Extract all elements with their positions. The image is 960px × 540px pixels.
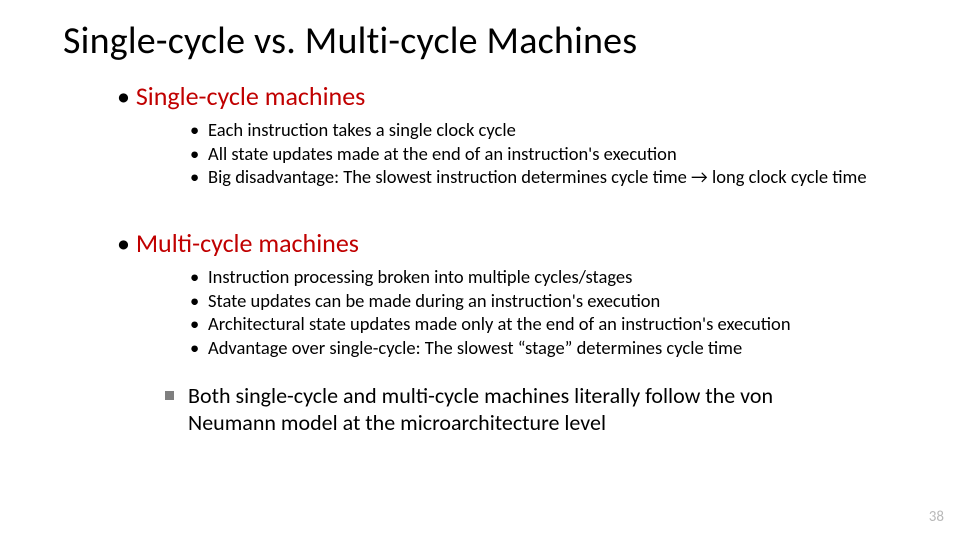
conclusion-text: Both single-cycle and multi-cycle machin… — [188, 382, 828, 437]
section-heading-single: Single-cycle machines — [135, 80, 905, 112]
bullet-icon: • — [190, 289, 208, 313]
bullet-text: Architectural state updates made only at… — [208, 312, 905, 336]
bullet: • Each instruction takes a single clock … — [190, 118, 905, 142]
bullet: • Architectural state updates made only … — [190, 312, 905, 336]
bullet: • Big disadvantage: The slowest instruct… — [190, 165, 905, 189]
square-bullet-icon — [165, 391, 174, 400]
bullet: • All state updates made at the end of a… — [190, 142, 905, 166]
multi-bullets: • Instruction processing broken into mul… — [190, 265, 905, 360]
bullet: • Advantage over single-cycle: The slowe… — [190, 336, 905, 360]
bullet-text: Advantage over single-cycle: The slowest… — [208, 336, 905, 360]
bullet-icon: • — [190, 118, 208, 142]
bullet: • Instruction processing broken into mul… — [190, 265, 905, 289]
bullet-text: All state updates made at the end of an … — [208, 142, 905, 166]
conclusion-row: Both single-cycle and multi-cycle machin… — [165, 382, 905, 437]
bullet-text: Each instruction takes a single clock cy… — [208, 118, 905, 142]
bullet-icon: • — [190, 165, 208, 189]
bullet-icon: • — [190, 336, 208, 360]
bullet-text: Instruction processing broken into multi… — [208, 265, 905, 289]
slide-body: Single-cycle machines • Each instruction… — [135, 70, 905, 437]
bullet-text: Big disadvantage: The slowest instructio… — [208, 165, 905, 189]
page-number: 38 — [929, 508, 944, 526]
bullet-icon: • — [190, 265, 208, 289]
bullet-icon: • — [190, 142, 208, 166]
slide: Single-cycle vs. Multi-cycle Machines Si… — [0, 0, 960, 540]
bullet: • State updates can be made during an in… — [190, 289, 905, 313]
single-bullets: • Each instruction takes a single clock … — [190, 118, 905, 189]
section-heading-multi: Multi-cycle machines — [135, 227, 905, 259]
bullet-icon: • — [190, 312, 208, 336]
bullet-text: State updates can be made during an inst… — [208, 289, 905, 313]
slide-title: Single-cycle vs. Multi-cycle Machines — [63, 18, 637, 64]
